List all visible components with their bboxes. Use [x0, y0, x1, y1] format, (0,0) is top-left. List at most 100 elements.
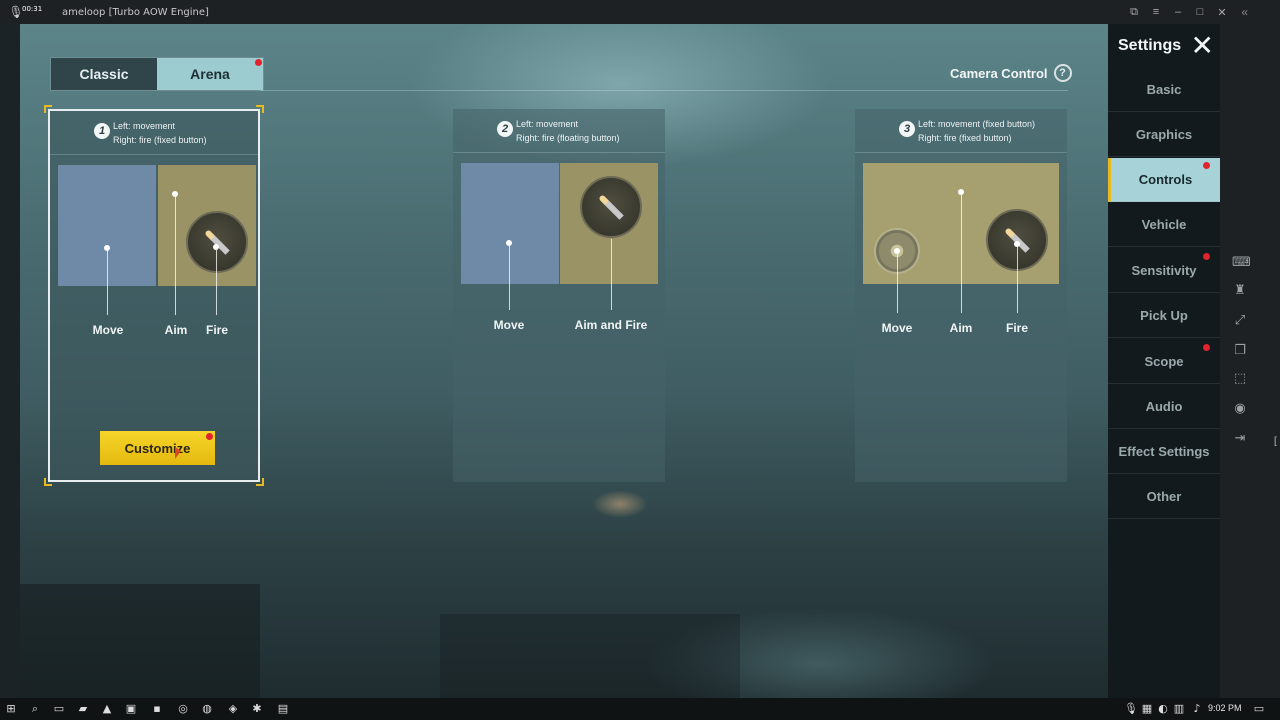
settings-item-controls[interactable]: Controls: [1108, 158, 1220, 202]
screenshot-crop-icon[interactable]: ⬚: [1232, 372, 1248, 386]
taskbar-time: 9:02 PM: [1208, 703, 1242, 713]
settings-item-vehicle[interactable]: Vehicle: [1108, 203, 1220, 247]
gamepad-icon[interactable]: ♜: [1232, 284, 1248, 298]
settings-title: Settings: [1118, 37, 1182, 54]
camera-control[interactable]: Camera Control ?: [950, 64, 1072, 82]
app-icon[interactable]: ▤: [276, 702, 290, 716]
recorder-icon[interactable]: ✱: [250, 702, 264, 716]
windows-taskbar: ⊞ ⌕ ▭ ▰ ▲ ▣ ▪ ◎ ◍ ◈ ✱ ▤ 🎙 ▦ ◐ ▥ ♪ 9:02 P…: [0, 698, 1280, 720]
volume-icon[interactable]: ♪: [1190, 702, 1204, 716]
collapse-sidebar-icon[interactable]: «: [1241, 5, 1248, 19]
settings-item-graphics[interactable]: Graphics: [1108, 113, 1220, 157]
file-explorer-icon[interactable]: ▰: [76, 702, 90, 716]
settings-header: Settings ✕: [1108, 24, 1220, 68]
camera-control-label: Camera Control: [950, 65, 1048, 81]
pointer-line: [107, 251, 108, 315]
settings-item-label: Graphics: [1135, 127, 1193, 142]
settings-item-scope[interactable]: Scope: [1108, 340, 1220, 384]
move-zone: [461, 163, 559, 284]
maximize-icon[interactable]: □: [1190, 6, 1210, 18]
minimize-icon[interactable]: –: [1168, 6, 1188, 18]
help-icon[interactable]: ?: [1053, 64, 1072, 82]
search-icon[interactable]: ⌕: [28, 702, 42, 716]
scheme-line-1: Left: movement: [516, 119, 579, 129]
control-scheme-3[interactable]: 3 Left: movement (fixed button) Right: f…: [855, 109, 1067, 482]
control-scheme-1[interactable]: 1 Left: movement Right: fire (fixed butt…: [44, 105, 264, 486]
label-fire: Fire: [1005, 321, 1029, 335]
settings-item-sensitivity[interactable]: Sensitivity: [1108, 249, 1220, 293]
vlc-icon[interactable]: ▲: [100, 702, 114, 716]
fire-button-icon: [186, 211, 248, 273]
settings-item-effect-settings[interactable]: Effect Settings: [1108, 430, 1220, 474]
notification-dot: [1203, 344, 1210, 351]
pointer-line: [509, 246, 510, 310]
scheme-line-1: Left: movement: [113, 121, 176, 131]
browser-icon[interactable]: ◍: [200, 702, 214, 716]
network-icon[interactable]: ▥: [1172, 702, 1186, 716]
bullet-icon: [204, 229, 230, 255]
microphone-tray-icon[interactable]: 🎙: [1124, 702, 1138, 716]
chrome-icon[interactable]: ◎: [176, 702, 190, 716]
pointer-line: [611, 239, 612, 310]
settings-item-label: Effect Settings: [1118, 444, 1210, 459]
close-icon[interactable]: ✕: [1191, 32, 1214, 60]
multi-window-icon[interactable]: ❐: [1232, 344, 1248, 358]
label-aim: Aim: [164, 323, 188, 337]
tab-divider: [260, 90, 1068, 91]
scheme-line-2: Right: fire (fixed button): [113, 135, 207, 145]
bullet-icon: [598, 194, 624, 220]
settings-item-pick-up[interactable]: Pick Up: [1108, 294, 1220, 338]
settings-item-audio[interactable]: Audio: [1108, 385, 1220, 429]
scheme-number: 3: [899, 121, 915, 137]
task-view-icon[interactable]: ▭: [52, 702, 66, 716]
control-scheme-2[interactable]: 2 Left: movement Right: fire (floating b…: [453, 109, 665, 482]
tab-classic[interactable]: Classic: [51, 58, 157, 90]
tab-arena-label: Arena: [190, 66, 230, 82]
customize-button[interactable]: Customize: [100, 431, 215, 465]
scheme-line-2: Right: fire (floating button): [516, 133, 620, 143]
label-aim: Aim: [949, 321, 973, 335]
settings-item-label: Controls: [1138, 172, 1193, 187]
exit-icon[interactable]: ⇥: [1232, 432, 1248, 446]
settings-sidebar: Settings ✕ Basic Graphics Controls Vehic…: [1108, 24, 1220, 698]
keyboard-icon[interactable]: ⌨: [1232, 256, 1251, 270]
screenshot-icon[interactable]: ⧉: [1124, 6, 1144, 19]
record-icon[interactable]: ◉: [1232, 402, 1248, 416]
tab-arena[interactable]: Arena: [157, 58, 263, 90]
emulator-title-bar: 🎙 00:31 ameloop [Turbo AOW Engine] ⧉ ≡ –…: [0, 0, 1280, 24]
window-controls: ⧉ ≡ – □ ✕: [1124, 0, 1232, 24]
notification-dot: [206, 433, 213, 440]
background-rubble: [440, 614, 740, 698]
mouse-cursor-icon: [175, 447, 181, 459]
scheme-line-1: Left: movement (fixed button): [918, 119, 1036, 129]
scheme-number: 2: [497, 121, 513, 137]
label-move: Move: [493, 318, 525, 332]
desktop-app-icon[interactable]: ▣: [124, 702, 138, 716]
tray-icon[interactable]: ◐: [1156, 702, 1170, 716]
windows-start-icon[interactable]: ⊞: [4, 702, 18, 716]
notification-dot: [255, 59, 262, 66]
label-move: Move: [881, 321, 913, 335]
label-fire: Fire: [205, 323, 229, 337]
mode-tabs: Classic Arena: [50, 57, 264, 91]
scheme-header: 1 Left: movement Right: fire (fixed butt…: [50, 111, 258, 155]
selection-corner: [256, 478, 264, 486]
settings-item-label: Basic: [1146, 82, 1182, 97]
pointer-line: [897, 254, 898, 313]
recording-clock: 00:31: [22, 5, 43, 13]
selection-corner: [44, 478, 52, 486]
scheme-line-2: Right: fire (fixed button): [918, 133, 1012, 143]
gameloop-icon[interactable]: ◈: [226, 702, 240, 716]
notifications-icon[interactable]: ▭: [1252, 702, 1266, 716]
notification-dot: [1203, 253, 1210, 260]
pointer-line: [1017, 247, 1018, 313]
settings-item-label: Scope: [1144, 354, 1184, 369]
app-icon[interactable]: ▪: [150, 702, 164, 716]
menu-icon[interactable]: ≡: [1146, 6, 1166, 18]
settings-item-basic[interactable]: Basic: [1108, 68, 1220, 112]
scheme-description: Left: movement Right: fire (floating but…: [516, 117, 620, 145]
fullscreen-icon[interactable]: ⤢: [1232, 314, 1248, 328]
settings-item-other[interactable]: Other: [1108, 475, 1220, 519]
close-window-icon[interactable]: ✕: [1212, 6, 1232, 19]
tray-icon[interactable]: ▦: [1140, 702, 1154, 716]
